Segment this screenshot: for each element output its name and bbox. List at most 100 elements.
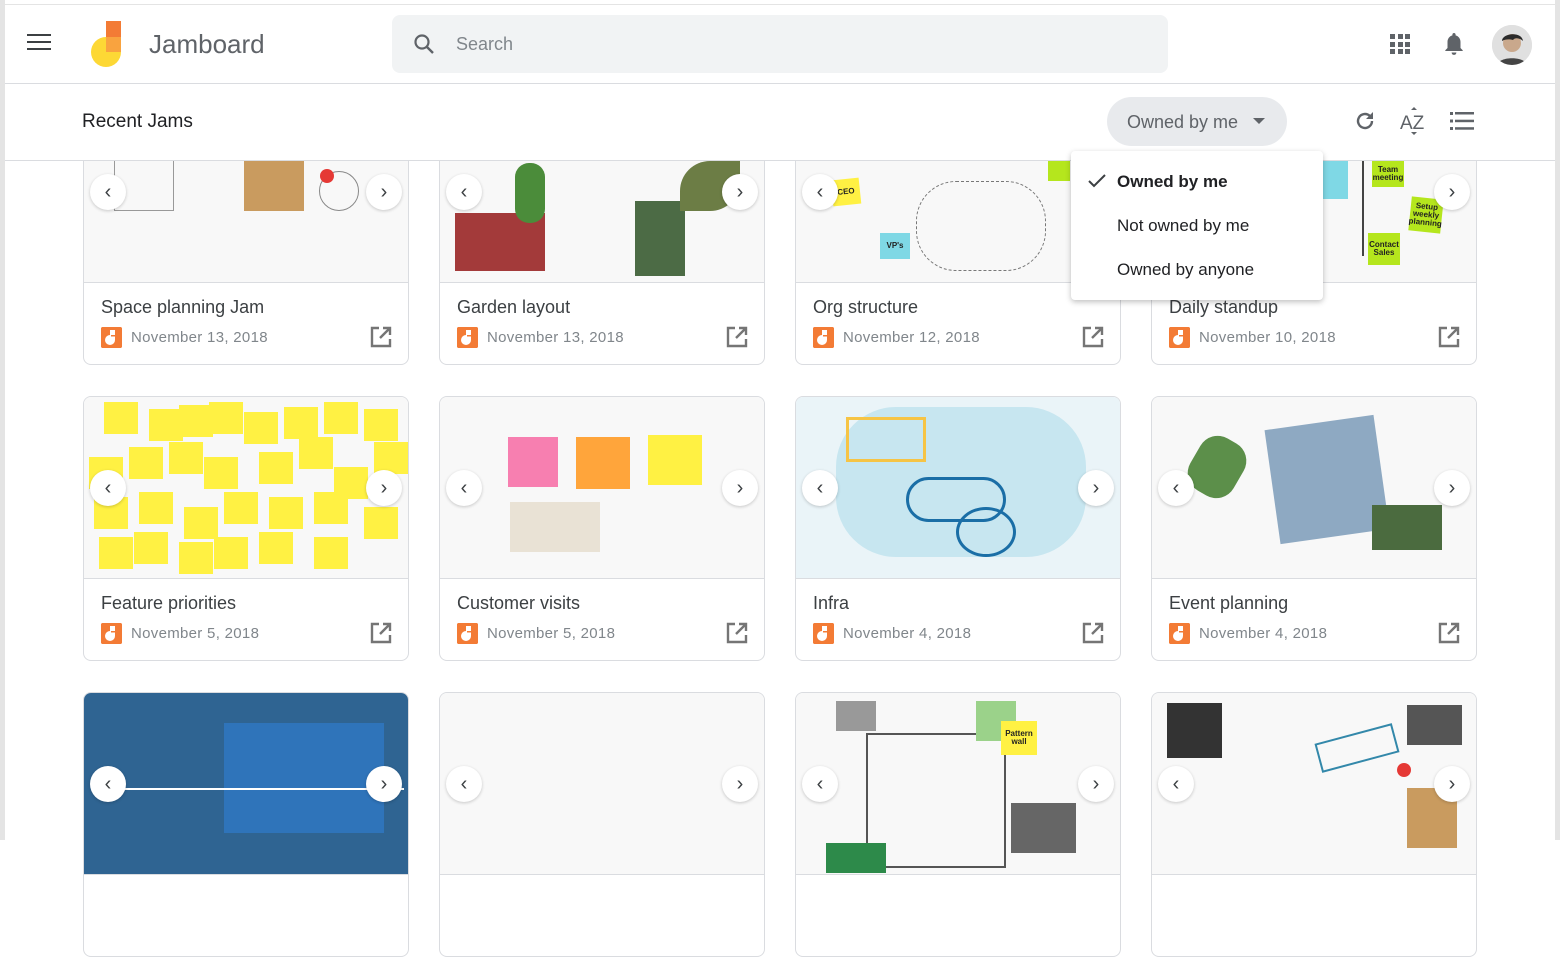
previous-frame-button[interactable]: ‹ <box>90 766 126 802</box>
main-menu-icon[interactable] <box>27 34 51 52</box>
page-title: Recent Jams <box>82 111 193 132</box>
sticky-note: Team meeting <box>1372 161 1404 187</box>
next-frame-button[interactable]: › <box>722 470 758 506</box>
jam-thumbnail: ‹ › <box>84 397 408 579</box>
next-frame-button[interactable]: › <box>722 174 758 210</box>
jam-date: November 10, 2018 <box>1199 329 1336 346</box>
jam-thumbnail: ‹ › <box>84 693 408 875</box>
open-in-new-icon[interactable] <box>1438 622 1460 649</box>
jam-thumbnail: ‹ › <box>796 397 1120 579</box>
open-in-new-icon[interactable] <box>1438 326 1460 353</box>
previous-frame-button[interactable]: ‹ <box>802 174 838 210</box>
search-input[interactable] <box>456 15 1136 73</box>
jam-card[interactable]: ‹ › Customer visits November 5, 2018 <box>439 396 765 661</box>
next-frame-button[interactable]: › <box>1434 766 1470 802</box>
next-frame-button[interactable]: › <box>366 766 402 802</box>
window-left-border <box>0 0 5 840</box>
jamboard-file-icon <box>457 623 478 644</box>
jam-title: Space planning Jam <box>101 297 265 317</box>
open-in-new-icon[interactable] <box>726 326 748 353</box>
previous-frame-button[interactable]: ‹ <box>446 470 482 506</box>
owner-filter-dropdown[interactable]: Owned by me <box>1107 97 1287 146</box>
jam-thumbnail: Pattern wall ‹ › <box>796 693 1120 875</box>
jam-card[interactable]: ‹ › <box>439 692 765 957</box>
jam-thumbnail: ‹ › <box>1152 397 1476 579</box>
jam-date: November 12, 2018 <box>843 329 980 346</box>
open-in-new-icon[interactable] <box>1082 622 1104 649</box>
jam-thumbnail: ‹ › <box>440 693 764 875</box>
menu-item-owned-by-anyone[interactable]: Owned by anyone <box>1071 248 1323 292</box>
jamboard-file-icon <box>101 327 122 348</box>
jam-title: Customer visits <box>457 593 581 613</box>
jam-thumbnail: ‹ › <box>440 397 764 579</box>
checkmark-icon <box>1088 174 1106 188</box>
previous-frame-button[interactable]: ‹ <box>802 766 838 802</box>
jam-date: November 4, 2018 <box>843 625 972 642</box>
apps-grid-icon[interactable] <box>1390 34 1410 54</box>
jamboard-file-icon <box>1169 623 1190 644</box>
list-view-icon[interactable] <box>1450 111 1474 131</box>
previous-frame-button[interactable]: ‹ <box>446 766 482 802</box>
jam-date: November 5, 2018 <box>131 625 260 642</box>
refresh-icon[interactable] <box>1353 109 1377 133</box>
open-in-new-icon[interactable] <box>726 622 748 649</box>
next-frame-button[interactable]: › <box>1434 470 1470 506</box>
jam-card[interactable]: ‹ › <box>83 692 409 957</box>
jamboard-logo <box>91 21 121 67</box>
jam-date: November 5, 2018 <box>487 625 616 642</box>
window-top-border <box>0 0 1560 5</box>
jam-title: Org structure <box>813 297 919 317</box>
menu-item-not-owned-by-me[interactable]: Not owned by me <box>1071 204 1323 248</box>
jamboard-file-icon <box>457 327 478 348</box>
owner-filter-menu: Owned by me Not owned by me Owned by any… <box>1071 151 1323 300</box>
search-bar[interactable] <box>392 15 1168 73</box>
jamboard-file-icon <box>813 623 834 644</box>
previous-frame-button[interactable]: ‹ <box>90 470 126 506</box>
jamboard-file-icon <box>101 623 122 644</box>
sticky-note: Contact Sales <box>1368 233 1400 265</box>
menu-item-owned-by-me[interactable]: Owned by me <box>1071 160 1323 204</box>
jam-card[interactable]: ‹ › <box>1151 692 1477 957</box>
previous-frame-button[interactable]: ‹ <box>90 174 126 210</box>
jam-title: Garden layout <box>457 297 571 317</box>
jam-title: Infra <box>813 593 850 613</box>
open-in-new-icon[interactable] <box>370 326 392 353</box>
next-frame-button[interactable]: › <box>366 470 402 506</box>
sort-az-icon[interactable]: AZ <box>1400 106 1428 136</box>
open-in-new-icon[interactable] <box>1082 326 1104 353</box>
next-frame-button[interactable]: › <box>1078 766 1114 802</box>
jam-date: November 4, 2018 <box>1199 625 1328 642</box>
previous-frame-button[interactable]: ‹ <box>1158 766 1194 802</box>
window-right-border <box>1555 0 1560 840</box>
notifications-bell-icon[interactable] <box>1442 31 1466 57</box>
jam-card[interactable]: ‹ › Infra November 4, 2018 <box>795 396 1121 661</box>
sticky-note: Pattern wall <box>1001 721 1037 755</box>
user-avatar[interactable] <box>1492 25 1532 65</box>
sticky-note: VP's <box>880 233 910 259</box>
next-frame-button[interactable]: › <box>1078 470 1114 506</box>
next-frame-button[interactable]: › <box>722 766 758 802</box>
previous-frame-button[interactable]: ‹ <box>446 174 482 210</box>
subheader: Recent Jams Owned by me AZ <box>5 84 1555 161</box>
dropdown-arrow-icon <box>1253 118 1265 124</box>
jam-date: November 13, 2018 <box>131 329 268 346</box>
jamboard-file-icon <box>813 327 834 348</box>
jam-title: Feature priorities <box>101 593 237 613</box>
jam-title: Daily standup <box>1169 297 1279 317</box>
jam-date: November 13, 2018 <box>487 329 624 346</box>
jam-thumbnail: ‹ › <box>1152 693 1476 875</box>
search-icon <box>414 34 434 54</box>
jam-card[interactable]: Pattern wall ‹ › <box>795 692 1121 957</box>
previous-frame-button[interactable]: ‹ <box>802 470 838 506</box>
jamboard-file-icon <box>1169 327 1190 348</box>
next-frame-button[interactable]: › <box>1434 174 1470 210</box>
jam-card[interactable]: ‹ › Feature priorities November 5, 2018 <box>83 396 409 661</box>
jam-title: Event planning <box>1169 593 1289 613</box>
owner-filter-label: Owned by me <box>1127 112 1239 132</box>
jam-card[interactable]: ‹ › Event planning November 4, 2018 <box>1151 396 1477 661</box>
open-in-new-icon[interactable] <box>370 622 392 649</box>
app-title: Jamboard <box>149 29 265 59</box>
app-header: Jamboard <box>5 5 1555 84</box>
previous-frame-button[interactable]: ‹ <box>1158 470 1194 506</box>
next-frame-button[interactable]: › <box>366 174 402 210</box>
